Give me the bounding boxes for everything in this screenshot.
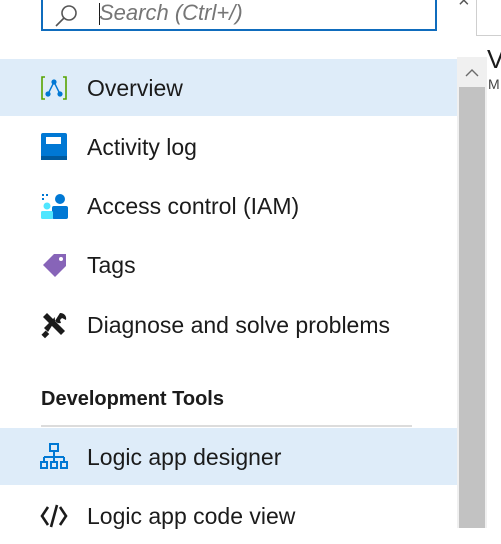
nav-item-label: Access control (IAM) [87, 193, 300, 219]
nav-item-access-control[interactable]: Access control (IAM) [0, 177, 457, 234]
scrollbar-thumb[interactable] [459, 87, 485, 528]
tag-icon [43, 254, 66, 277]
logic-app-designer-icon [40, 443, 68, 469]
chevron-up-icon [465, 68, 479, 76]
overview-icon [41, 76, 67, 100]
nav-item-label: Overview [87, 75, 183, 101]
right-panel-subtitle-fragment: M [488, 76, 500, 92]
right-panel-title-fragment: V [487, 44, 501, 74]
nav-item-diagnose[interactable]: Diagnose and solve problems [0, 296, 457, 353]
panel-divider-horizontal [476, 35, 501, 36]
nav-item-overview[interactable]: Overview [0, 59, 457, 116]
section-divider [41, 425, 412, 427]
nav-item-label: Diagnose and solve problems [87, 312, 391, 338]
search-input[interactable] [99, 1, 419, 25]
section-header-development-tools: Development Tools [41, 388, 224, 410]
nav-item-label: Logic app designer [87, 444, 282, 470]
search-box[interactable] [41, 0, 437, 31]
panel-divider [476, 0, 477, 36]
code-view-icon [40, 504, 68, 528]
wrench-icon [41, 313, 67, 339]
nav-item-label: Activity log [87, 134, 197, 160]
nav-item-logic-app-designer[interactable]: Logic app designer [0, 428, 457, 485]
access-control-icon [41, 194, 68, 219]
nav-item-logic-app-code-view[interactable]: Logic app code view [0, 487, 457, 544]
search-icon [55, 5, 77, 27]
scrollbar[interactable] [457, 57, 487, 528]
close-icon[interactable]: × [458, 0, 470, 13]
nav-item-tags[interactable]: Tags [0, 236, 457, 293]
scroll-up-button[interactable] [457, 57, 487, 87]
nav-item-label: Tags [87, 252, 136, 278]
nav-item-activity-log[interactable]: Activity log [0, 118, 457, 175]
activity-log-icon [41, 133, 67, 160]
nav-item-label: Logic app code view [87, 503, 296, 529]
